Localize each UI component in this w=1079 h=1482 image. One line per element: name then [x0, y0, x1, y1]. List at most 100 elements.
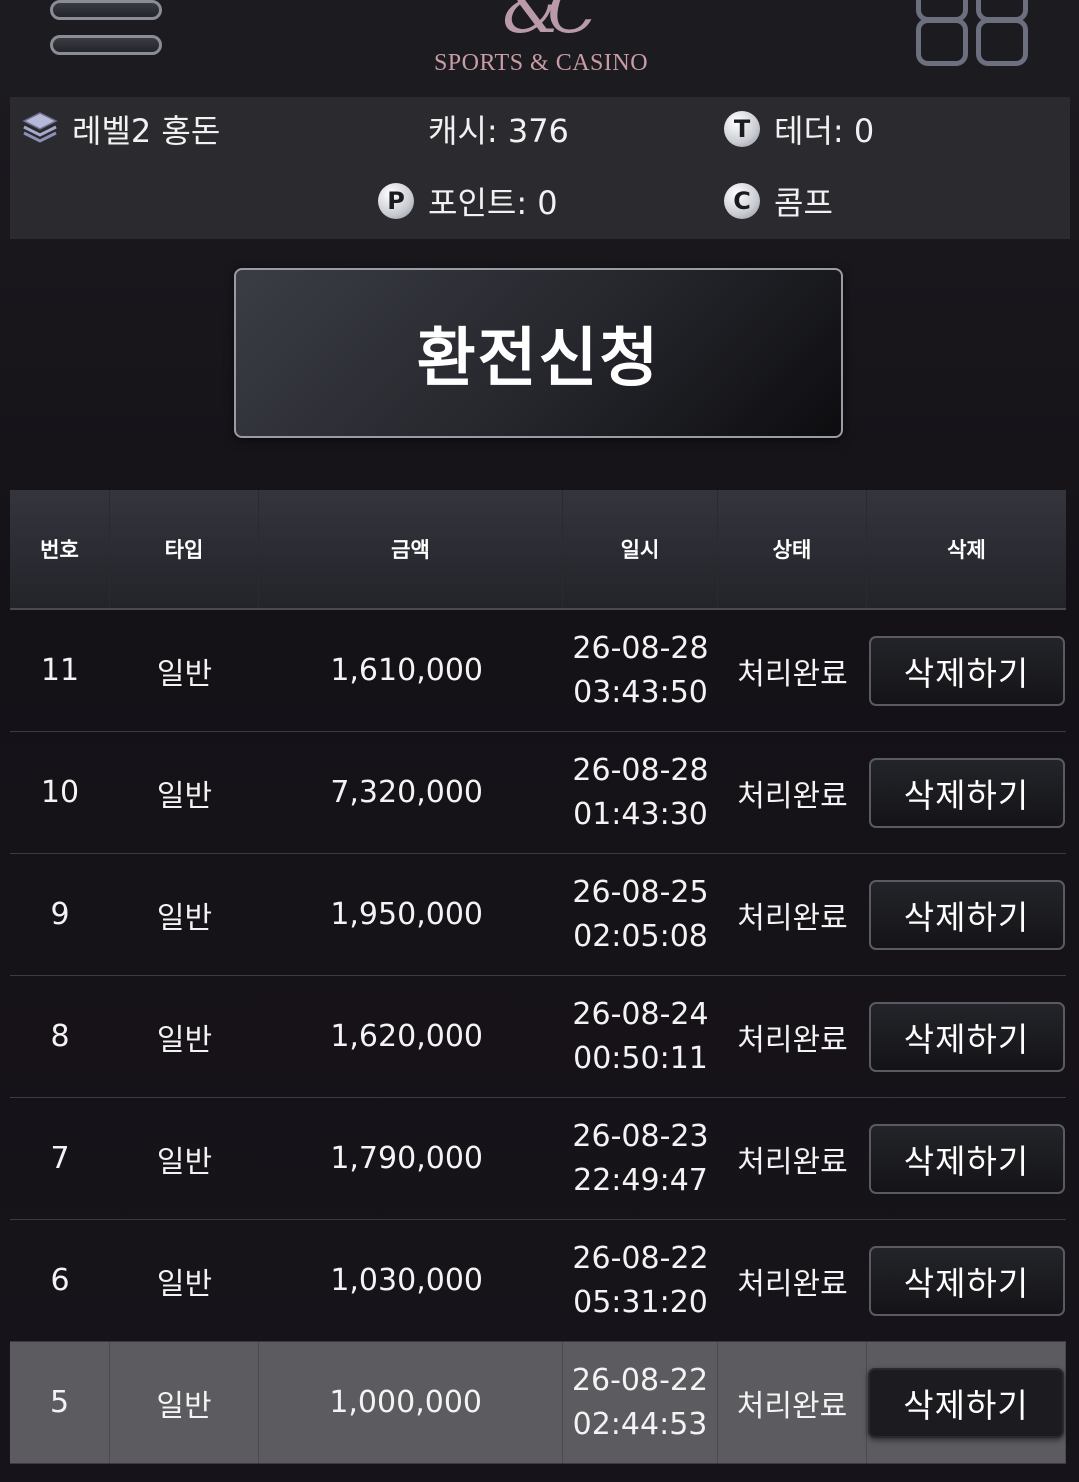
row-status: 처리완료 [718, 1342, 867, 1463]
grid-cell [916, 18, 968, 66]
row-action: 삭제하기 [867, 976, 1066, 1097]
withdraw-history-table: 번호 타입 금액 일시 상태 삭제 11 일반 1,610,000 26-08-… [10, 490, 1066, 1464]
header-status: 상태 [718, 490, 867, 608]
row-date: 26-08-22 [571, 1362, 709, 1398]
header-delete: 삭제 [947, 538, 986, 562]
user-stats-panel: 레벨2 홍돈 캐시: 376 T 테더: 0 P 포인트: 0 C 콤프 [10, 97, 1070, 239]
row-amount: 1,000,000 [259, 1342, 563, 1463]
point-stat: P 포인트: 0 [378, 179, 558, 223]
row-datetime: 26-08-22 05:31:20 [563, 1220, 718, 1341]
row-number: 11 [40, 653, 80, 688]
row-datetime: 26-08-24 00:50:11 [563, 976, 718, 1097]
point-label: 포인트: 0 [428, 184, 558, 222]
header-datetime: 일시 [563, 490, 718, 608]
row-time: 03:43:50 [573, 674, 708, 710]
logo-text: SPORTS & CASINO [433, 50, 649, 76]
row-status: 처리완료 [737, 1022, 848, 1058]
level-label: 레벨2 홍돈 [72, 112, 221, 150]
row-time: 02:44:53 [572, 1406, 708, 1442]
delete-button[interactable]: 삭제하기 [868, 1367, 1064, 1438]
table-row: 11 일반 1,610,000 26-08-28 03:43:50 처리완료 삭… [10, 610, 1066, 732]
header-type: 타입 [110, 490, 259, 608]
row-amount: 1,620,000 [330, 1019, 483, 1054]
row-date: 26-08-28 [572, 630, 709, 666]
row-status: 처리완료 [737, 1144, 848, 1180]
tether-stat: T 테더: 0 [724, 107, 874, 151]
row-date: 26-08-22 [572, 1240, 709, 1276]
row-date: 26-08-25 [572, 874, 709, 910]
row-datetime: 26-08-22 02:44:53 [563, 1342, 718, 1463]
row-action: 삭제하기 [867, 1098, 1066, 1219]
table-row: 8 일반 1,620,000 26-08-24 00:50:11 처리완료 삭제… [10, 976, 1066, 1098]
logo-mark: &C [502, 0, 597, 48]
tether-icon: T [724, 111, 760, 147]
row-action: 삭제하기 [867, 854, 1066, 975]
table-header: 번호 타입 금액 일시 상태 삭제 [10, 490, 1066, 610]
menu-icon-bar [50, 35, 162, 55]
level-stat: 레벨2 홍돈 [22, 107, 220, 151]
cash-label: 캐시: 376 [428, 112, 569, 150]
row-type: 일반 [156, 1022, 213, 1058]
tether-label: 테더: 0 [774, 112, 875, 150]
row-amount: 1,030,000 [330, 1263, 483, 1298]
row-number: 9 [50, 897, 70, 932]
row-status: 처리완료 [737, 1266, 848, 1302]
row-datetime: 26-08-28 01:43:30 [563, 732, 718, 853]
row-status: 처리완료 [737, 778, 848, 814]
row-number: 10 [40, 775, 80, 810]
comp-stat[interactable]: C 콤프 [724, 179, 833, 223]
row-number: 5 [10, 1342, 110, 1463]
delete-button[interactable]: 삭제하기 [868, 635, 1065, 706]
row-time: 05:31:20 [573, 1284, 708, 1320]
row-date: 26-08-24 [572, 996, 709, 1032]
row-datetime: 26-08-25 02:05:08 [563, 854, 718, 975]
row-action: 삭제하기 [867, 1342, 1066, 1463]
row-amount: 1,790,000 [330, 1141, 483, 1176]
row-type: 일반 [156, 1144, 213, 1180]
row-time: 02:05:08 [573, 918, 708, 954]
header-number: 번호 [10, 490, 110, 608]
grid-menu-icon[interactable] [916, 0, 1032, 70]
delete-button[interactable]: 삭제하기 [868, 1001, 1065, 1072]
comp-icon: C [724, 183, 760, 219]
row-datetime: 26-08-23 22:49:47 [563, 1098, 718, 1219]
row-type: 일반 [110, 1342, 259, 1463]
point-icon: P [378, 183, 414, 219]
row-action: 삭제하기 [867, 610, 1066, 731]
delete-button[interactable]: 삭제하기 [868, 757, 1065, 828]
row-type: 일반 [156, 1266, 213, 1302]
table-row: 6 일반 1,030,000 26-08-22 05:31:20 처리완료 삭제… [10, 1220, 1066, 1342]
row-number: 8 [50, 1019, 70, 1054]
level-stack-icon [22, 112, 58, 143]
menu-icon[interactable] [50, 0, 164, 60]
row-time: 00:50:11 [573, 1040, 708, 1076]
logo[interactable]: &C SPORTS & CASINO [400, 0, 680, 90]
row-action: 삭제하기 [867, 732, 1066, 853]
table-row: 10 일반 7,320,000 26-08-28 01:43:30 처리완료 삭… [10, 732, 1066, 854]
row-type: 일반 [156, 656, 213, 692]
row-status: 처리완료 [737, 900, 848, 936]
row-amount: 7,320,000 [330, 775, 483, 810]
row-status: 처리완료 [737, 656, 848, 692]
table-row: 7 일반 1,790,000 26-08-23 22:49:47 처리완료 삭제… [10, 1098, 1066, 1220]
row-amount: 1,610,000 [330, 653, 483, 688]
table-row: 9 일반 1,950,000 26-08-25 02:05:08 처리완료 삭제… [10, 854, 1066, 976]
row-type: 일반 [156, 778, 213, 814]
delete-button[interactable]: 삭제하기 [868, 1245, 1065, 1316]
row-datetime: 26-08-28 03:43:50 [563, 610, 718, 731]
row-date: 26-08-23 [572, 1118, 709, 1154]
row-action: 삭제하기 [867, 1220, 1066, 1341]
row-type: 일반 [156, 900, 213, 936]
delete-button[interactable]: 삭제하기 [868, 1123, 1065, 1194]
grid-cell [976, 18, 1028, 66]
row-number: 6 [50, 1263, 70, 1298]
row-time: 01:43:30 [573, 796, 708, 832]
withdraw-request-button[interactable]: 환전신청 [234, 268, 843, 438]
cash-stat: 캐시: 376 [428, 107, 569, 151]
comp-label: 콤프 [774, 184, 833, 222]
row-time: 22:49:47 [573, 1162, 708, 1198]
menu-icon-bar [50, 0, 162, 20]
row-number: 7 [50, 1141, 70, 1176]
row-amount: 1,950,000 [330, 897, 483, 932]
delete-button[interactable]: 삭제하기 [868, 879, 1065, 950]
